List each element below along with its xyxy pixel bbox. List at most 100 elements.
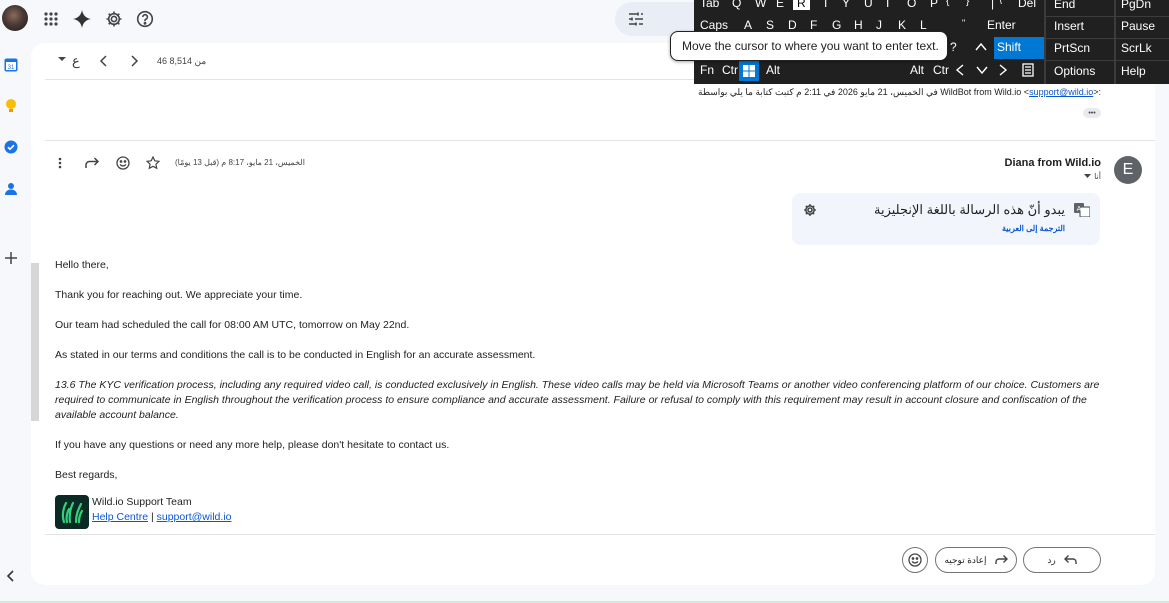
key-s[interactable]: S bbox=[766, 18, 774, 32]
greeting: Hello there, bbox=[55, 259, 109, 271]
key-backslash[interactable]: \ bbox=[999, 0, 1002, 7]
key-up-arrow-icon[interactable] bbox=[975, 42, 987, 51]
key-pgdn[interactable]: PgDn bbox=[1121, 0, 1151, 11]
key-pause[interactable]: Pause bbox=[1121, 19, 1155, 33]
key-d[interactable]: D bbox=[788, 18, 797, 32]
collapse-panel-icon[interactable] bbox=[2, 567, 20, 585]
message-count: 46 من 8,514 bbox=[157, 56, 207, 66]
help-centre-link[interactable]: Help Centre bbox=[92, 511, 148, 523]
key-k[interactable]: K bbox=[898, 18, 906, 32]
key-t[interactable]: T bbox=[822, 0, 829, 10]
key-enter[interactable]: Enter bbox=[987, 18, 1016, 32]
key-u[interactable]: U bbox=[864, 0, 873, 10]
quoted-section-bar bbox=[31, 263, 39, 421]
settings-gear-icon[interactable] bbox=[103, 8, 125, 30]
key-i[interactable]: I bbox=[886, 0, 889, 10]
contacts-icon[interactable] bbox=[2, 180, 20, 198]
key-r[interactable]: R bbox=[793, 0, 810, 10]
translate-link[interactable]: الترجمة إلى العربية bbox=[1002, 224, 1065, 233]
key-j[interactable]: J bbox=[876, 18, 882, 32]
show-trimmed-button[interactable]: ••• bbox=[1083, 108, 1101, 118]
key-menu-icon[interactable] bbox=[1022, 63, 1034, 77]
key-pipe[interactable]: | bbox=[991, 0, 994, 10]
key-p[interactable]: P bbox=[930, 0, 938, 10]
reply-arrow-icon bbox=[1063, 555, 1077, 564]
closing: Best regards, bbox=[55, 469, 118, 481]
more-options-icon[interactable] bbox=[58, 157, 62, 169]
key-right-arrow-icon[interactable] bbox=[999, 64, 1008, 76]
star-icon[interactable] bbox=[146, 156, 160, 170]
forward-button-arrow-icon bbox=[994, 555, 1008, 564]
help-icon[interactable] bbox=[134, 8, 156, 30]
key-y[interactable]: Y bbox=[842, 0, 850, 10]
key-ctrl-right[interactable]: Ctrl bbox=[933, 63, 949, 77]
key-left-arrow-icon[interactable] bbox=[955, 64, 964, 76]
search-filter-icon[interactable] bbox=[627, 10, 645, 28]
key-shift-label: Shift bbox=[997, 40, 1022, 54]
key-end[interactable]: End bbox=[1054, 0, 1075, 11]
key-prtscn[interactable]: PrtScn bbox=[1054, 41, 1090, 55]
translate-title: يبدو أنّ هذه الرسالة باللغة الإنجليزية bbox=[874, 202, 1065, 217]
body-paragraph-3: As stated in our terms and conditions th… bbox=[55, 349, 536, 361]
key-f[interactable]: F bbox=[810, 18, 817, 32]
apps-grid-icon[interactable] bbox=[40, 8, 62, 30]
footer-divider bbox=[45, 534, 1155, 535]
calendar-icon[interactable]: 31 bbox=[2, 56, 20, 74]
key-alt-left[interactable]: Alt bbox=[766, 63, 780, 77]
key-quote[interactable]: " bbox=[962, 18, 965, 28]
key-o[interactable]: O bbox=[907, 0, 916, 10]
recipient-details[interactable]: أنا bbox=[1084, 172, 1101, 181]
input-tools-label[interactable]: ع bbox=[72, 53, 80, 69]
key-scrlk[interactable]: ScrLk bbox=[1121, 41, 1152, 55]
keep-icon[interactable] bbox=[2, 97, 20, 115]
key-a[interactable]: A bbox=[744, 18, 752, 32]
emoji-face-icon bbox=[908, 553, 922, 567]
key-e[interactable]: E bbox=[776, 0, 784, 10]
key-insert[interactable]: Insert bbox=[1054, 19, 1084, 33]
key-fn[interactable]: Fn bbox=[700, 63, 714, 77]
older-chevron-icon[interactable] bbox=[129, 55, 139, 67]
emoji-reaction-icon[interactable] bbox=[116, 156, 130, 170]
key-l[interactable]: L bbox=[920, 18, 927, 32]
key-q[interactable]: Q bbox=[732, 0, 741, 10]
key-windows[interactable] bbox=[739, 61, 759, 81]
body-paragraph-4: If you have any questions or need any mo… bbox=[55, 439, 450, 451]
body-paragraph-1: Thank you for reaching out. We appreciat… bbox=[55, 289, 303, 301]
key-w[interactable]: W bbox=[755, 0, 766, 10]
recipient-label: أنا bbox=[1094, 172, 1101, 181]
reply-label: رد bbox=[1047, 554, 1056, 565]
sender-avatar[interactable]: E bbox=[1114, 156, 1142, 184]
key-question[interactable]: ? bbox=[950, 40, 957, 54]
key-del[interactable]: Del bbox=[1018, 0, 1036, 10]
key-help[interactable]: Help bbox=[1121, 64, 1146, 78]
translate-settings-gear-icon[interactable] bbox=[803, 203, 817, 217]
sender-name[interactable]: Diana from Wild.io bbox=[1005, 157, 1101, 169]
forward-button[interactable]: إعادة توجيه bbox=[935, 547, 1017, 573]
terms-quote-line-3: available account balance. bbox=[55, 409, 179, 421]
tasks-icon[interactable] bbox=[2, 138, 20, 156]
key-alt-right[interactable]: Alt bbox=[910, 63, 924, 77]
key-options[interactable]: Options bbox=[1054, 64, 1095, 78]
account-avatar[interactable] bbox=[2, 5, 28, 31]
newer-chevron-icon[interactable] bbox=[99, 55, 109, 67]
key-h[interactable]: H bbox=[854, 18, 863, 32]
key-down-arrow-icon[interactable] bbox=[976, 66, 988, 75]
keyboard-dropdown-icon[interactable] bbox=[58, 56, 70, 66]
key-shift[interactable]: Shift bbox=[994, 37, 1044, 59]
gemini-sparkle-icon[interactable] bbox=[71, 8, 93, 30]
signature-links: Help Centre | support@wild.io bbox=[92, 511, 231, 523]
previous-message-email[interactable]: support@wild.io bbox=[1029, 87, 1093, 97]
key-brace-close[interactable]: } bbox=[966, 0, 969, 7]
forward-arrow-icon[interactable] bbox=[85, 157, 100, 169]
svg-text:31: 31 bbox=[8, 65, 15, 71]
key-caps[interactable]: Caps bbox=[700, 18, 728, 32]
key-g[interactable]: G bbox=[832, 18, 841, 32]
key-brace-open[interactable]: { bbox=[946, 0, 949, 7]
key-tab[interactable]: Tab bbox=[700, 0, 719, 10]
key-ctrl-left[interactable]: Ctrl bbox=[722, 63, 738, 77]
support-email-link[interactable]: support@wild.io bbox=[157, 511, 232, 523]
reply-button[interactable]: رد bbox=[1023, 547, 1101, 573]
message-divider bbox=[45, 140, 1155, 141]
emoji-button[interactable] bbox=[902, 547, 928, 573]
add-addon-icon[interactable] bbox=[2, 249, 20, 267]
